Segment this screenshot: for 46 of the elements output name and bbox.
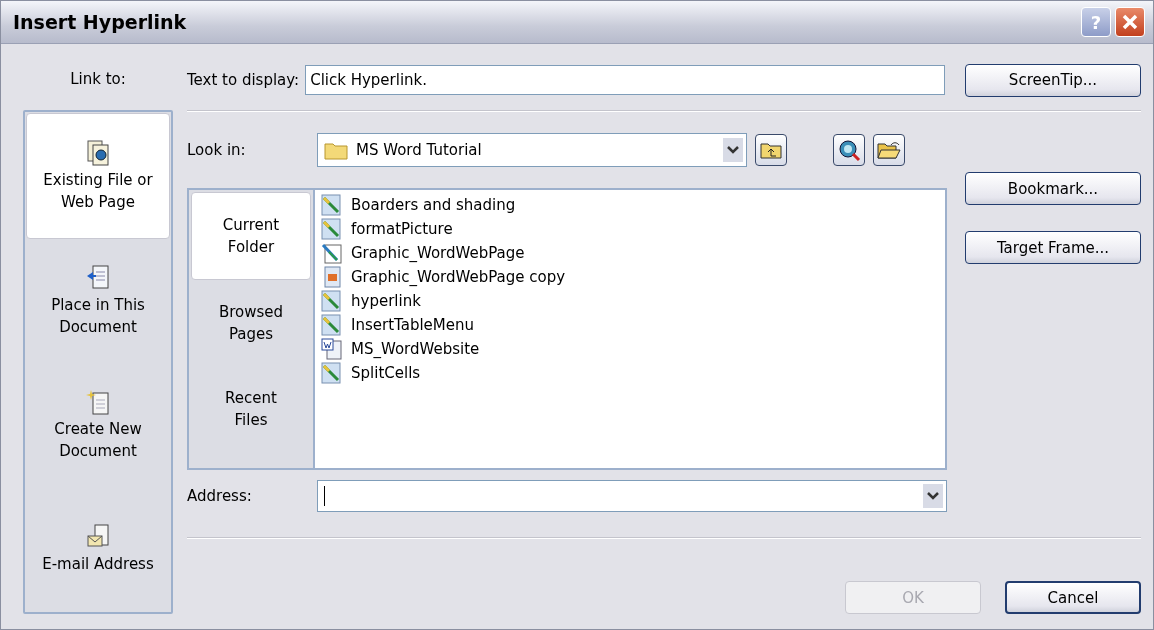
pen-document-icon [321,362,343,384]
screentip-button[interactable]: ScreenTip... [965,63,1141,97]
up-folder-button[interactable] [755,134,787,166]
file-item[interactable]: Graphic_WordWebPage copy [321,265,939,289]
globe-search-icon [837,138,861,162]
pen-document-icon [321,314,343,336]
bookmark-button[interactable]: Bookmark... [965,172,1141,205]
file-item[interactable]: Boarders and shading [321,193,939,217]
link-type-item[interactable]: Create New Document [26,363,170,487]
look-in-dropdown[interactable]: MS Word Tutorial [317,133,747,167]
word-document-icon [321,338,343,360]
look-in-label: Look in: [187,141,247,159]
pen-document-icon [321,194,343,216]
text-to-display-label: Text to display: [187,71,300,89]
view-tab[interactable]: Browsed Pages [191,280,311,366]
address-label: Address: [187,487,253,505]
link-type-item[interactable]: Existing File or Web Page [26,113,170,239]
address-field[interactable] [317,480,947,512]
view-tab[interactable]: Recent Files [191,366,311,452]
pen-document-icon [321,242,343,264]
open-folder-button[interactable] [873,134,905,166]
image-file-icon [321,266,343,288]
browse-web-button[interactable] [833,134,865,166]
pen-document-icon [321,218,343,240]
file-item[interactable]: formatPicture [321,217,939,241]
close-icon [1120,12,1140,32]
file-item[interactable]: hyperlink [321,289,939,313]
file-item[interactable]: Graphic_WordWebPage [321,241,939,265]
folder-icon [324,140,348,160]
document-globe-icon [85,139,111,167]
pen-document-icon [321,290,343,312]
link-type-item[interactable]: E-mail Address [26,487,170,611]
close-button[interactable] [1115,7,1145,37]
link-to-label: Link to: [69,69,127,90]
text-to-display-field[interactable]: Click Hyperlink. [305,65,945,95]
file-item[interactable]: MS_WordWebsite [321,337,939,361]
file-item[interactable]: SplitCells [321,361,939,385]
cancel-button[interactable]: Cancel [1005,581,1141,614]
link-type-item[interactable]: Place in This Document [26,239,170,363]
open-folder-icon [877,140,901,160]
view-tab[interactable]: Current Folder [191,192,311,280]
document-arrow-icon [85,264,111,292]
folder-up-icon [760,141,782,159]
file-item[interactable]: InsertTableMenu [321,313,939,337]
target-frame-button[interactable]: Target Frame... [965,231,1141,264]
window-title: Insert Hyperlink [13,11,188,33]
